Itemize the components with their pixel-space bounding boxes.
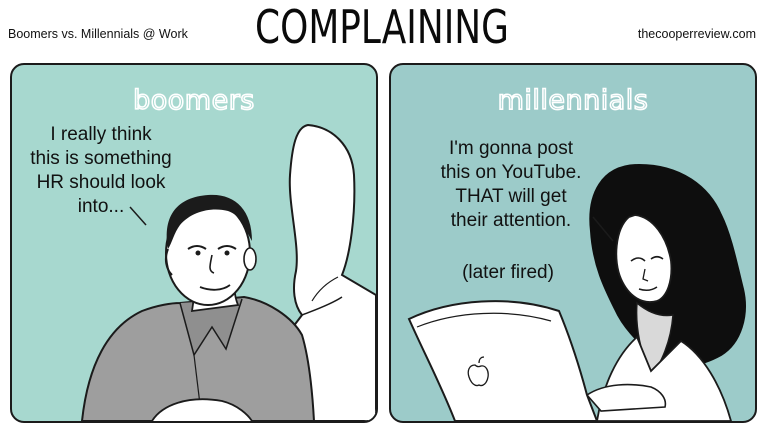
boomers-illustration [80, 123, 376, 421]
boomers-panel: boomers I really think this is something [10, 63, 378, 423]
boomer-speech: I really think this is something HR shou… [30, 124, 172, 217]
site-credit: thecooperreview.com [637, 27, 756, 41]
millennial-speech: I'm gonna post this on YouTube. THAT wil… [440, 138, 582, 231]
aftermath-caption: (later fired) [462, 262, 554, 283]
comic-title: COMPLAINING [255, 0, 509, 54]
laptop [407, 300, 599, 421]
millennials-illustration [407, 163, 746, 421]
millennials-panel: millennials I'm gonna post this on YouTu… [389, 63, 757, 423]
